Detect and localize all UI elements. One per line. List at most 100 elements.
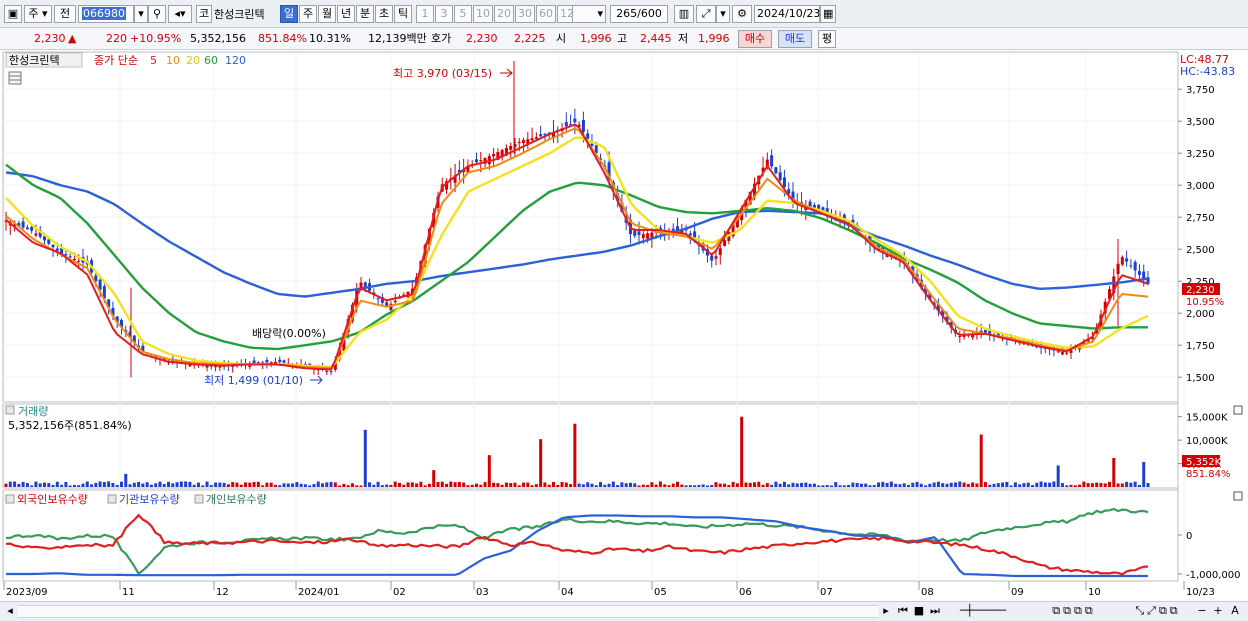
draw-dropdown-icon[interactable]: ▾	[716, 5, 730, 23]
drawing-tool-icons[interactable]: ⤡⤢⧉⧉	[1128, 604, 1188, 619]
period-button-5[interactable]: 초	[375, 5, 393, 23]
interval-button-3[interactable]: 3	[435, 5, 453, 23]
legend-ma60: 60	[204, 54, 218, 67]
volume-bar	[325, 482, 329, 487]
jeon-button[interactable]: 전	[54, 5, 76, 23]
forward-icon[interactable]: ⏭	[928, 604, 942, 619]
volume-bar	[958, 481, 962, 487]
interval-button-30[interactable]: 30	[515, 5, 535, 23]
volume-bar	[1133, 481, 1137, 487]
rewind-icon[interactable]: ⏮	[896, 604, 910, 619]
interval-button-1[interactable]: 1	[416, 5, 434, 23]
volume-close-icon[interactable]	[1233, 405, 1243, 415]
dividend-annotation: 배당락(0.00%)	[252, 327, 326, 340]
volume-bar	[513, 482, 517, 487]
period-button-2[interactable]: 월	[318, 5, 336, 23]
volume-bar	[941, 483, 945, 487]
volume-bar	[868, 485, 872, 487]
volume-bar	[149, 484, 153, 487]
candle-body	[492, 154, 496, 157]
holding-panel-icon[interactable]	[5, 494, 15, 504]
interval-button-5[interactable]: 5	[454, 5, 472, 23]
volume-bar	[847, 484, 851, 487]
volume-bar	[757, 481, 761, 487]
code-dropdown-icon[interactable]: ▾	[134, 5, 148, 23]
chart-tool-icons[interactable]: ⧉⧉⧉⧉	[1024, 604, 1124, 619]
count-input[interactable]: 265/600	[610, 5, 668, 23]
volume-bar	[723, 483, 727, 487]
interval-button-60[interactable]: 60	[536, 5, 556, 23]
candle-body	[474, 159, 478, 163]
zoom-in-button[interactable]: +	[1212, 604, 1224, 619]
scroll-right-icon[interactable]: ▸	[880, 604, 892, 619]
legend-inst-icon	[107, 494, 117, 504]
volume-bar	[586, 482, 590, 487]
volume-bar	[372, 484, 376, 487]
chart-area[interactable]: 3,750 3,500 3,250 3,000 2,750 2,500 2,250 2,000…	[0, 50, 1248, 601]
ko-button[interactable]: 코	[196, 5, 212, 23]
volume-bar	[175, 482, 179, 487]
volume-bar	[551, 481, 555, 487]
date-input[interactable]: 2024/10/23	[754, 5, 820, 23]
search-icon[interactable]: ⚲	[148, 5, 166, 23]
candle-body	[1120, 257, 1124, 265]
volume-bar	[201, 485, 205, 487]
font-size-button[interactable]: A	[1228, 604, 1242, 619]
sell-button[interactable]: 매도	[778, 30, 812, 48]
scroll-track[interactable]	[18, 605, 878, 618]
chart-type-icon[interactable]: ▥	[674, 5, 694, 23]
calendar-icon[interactable]: ▦	[820, 5, 836, 23]
window-menu-icon[interactable]: ▣	[4, 5, 22, 23]
stock-code-input[interactable]: 066980	[78, 5, 134, 23]
volume-bar	[47, 483, 51, 487]
volume-bar	[932, 482, 936, 487]
speaker-icon[interactable]: ◂▾	[168, 5, 192, 23]
volume-bar	[359, 485, 363, 487]
zoom-out-button[interactable]: −	[1196, 604, 1208, 619]
candle-body	[30, 226, 34, 231]
volume-bar	[1039, 481, 1043, 487]
volume-bar	[517, 485, 521, 487]
period-button-3[interactable]: 년	[337, 5, 355, 23]
volume-bar	[427, 483, 431, 487]
candle-body	[214, 366, 218, 368]
stop-icon[interactable]: ■	[912, 604, 926, 619]
market-select[interactable]: 주 ▾	[24, 5, 52, 23]
interval-button-20[interactable]: 20	[494, 5, 514, 23]
period-button-1[interactable]: 주	[299, 5, 317, 23]
settings-gear-icon[interactable]: ⚙	[732, 5, 752, 23]
interval-dropdown-icon[interactable]: ▾	[572, 5, 606, 23]
count-value: 265	[616, 7, 638, 20]
volume-bar	[222, 482, 226, 487]
holding-close-icon[interactable]	[1233, 491, 1243, 501]
volume-bar	[770, 484, 774, 487]
volume-bar	[620, 482, 624, 487]
volume-bar	[971, 482, 975, 487]
candle-body	[1133, 261, 1137, 271]
period-button-4[interactable]: 분	[356, 5, 374, 23]
volume-bar	[25, 483, 29, 487]
volume-bar	[137, 481, 141, 487]
volume-bar	[877, 482, 881, 487]
period-button-0[interactable]: 일	[280, 5, 298, 23]
date-label: 08	[921, 587, 934, 598]
panel-table-icon[interactable]	[8, 71, 22, 85]
volume-bar	[885, 482, 889, 487]
zoom-slider[interactable]: ─┼─────	[948, 604, 1018, 619]
volume-bar	[684, 485, 688, 487]
stock-chart-svg[interactable]: 3,7503,5003,2503,0002,7502,5002,2502,000…	[0, 50, 1248, 601]
volume-bar	[1009, 485, 1013, 487]
buy-button[interactable]: 매수	[738, 30, 772, 48]
volume-bar	[924, 485, 928, 487]
volume-bar	[658, 481, 662, 487]
period-button-6[interactable]: 틱	[394, 5, 412, 23]
eval-button[interactable]: 평	[818, 30, 836, 48]
scroll-left-icon[interactable]: ◂	[4, 604, 16, 619]
hc-label: HC:-43.83	[1180, 65, 1235, 78]
volume-bar	[710, 485, 714, 487]
interval-button-10[interactable]: 10	[473, 5, 493, 23]
legend-stock-name: 한성크린텍	[9, 54, 60, 67]
draw-tools-icon[interactable]: ⤢	[696, 5, 716, 23]
volume-panel-icon[interactable]	[5, 405, 15, 415]
volume-bar	[141, 483, 145, 487]
